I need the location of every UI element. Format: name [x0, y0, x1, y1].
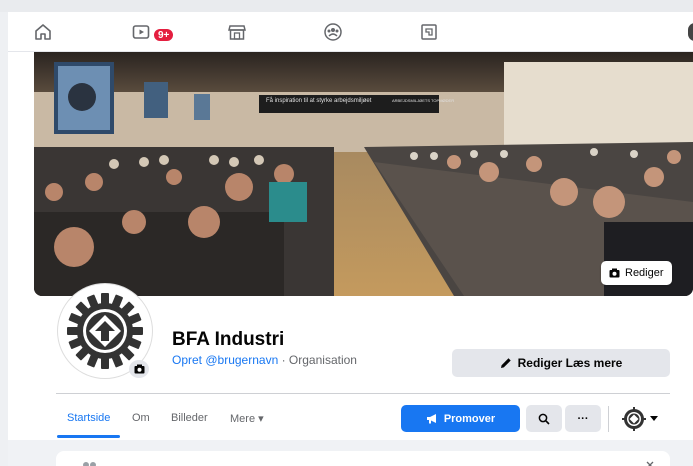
cover-banner-text-left: Få inspiration til at styrke arbejdsmilj… — [266, 97, 372, 104]
edit-read-more-button[interactable]: Rediger Læs mere — [452, 349, 670, 377]
page-title: BFA Industri — [172, 329, 285, 350]
edit-cover-button[interactable]: Rediger — [601, 261, 672, 285]
page-switcher-dropdown[interactable] — [622, 406, 666, 432]
edit-read-more-label: Rediger Læs mere — [517, 356, 623, 370]
edit-cover-label: Rediger — [625, 267, 664, 279]
megaphone-icon — [426, 414, 436, 424]
composer-card — [56, 451, 670, 466]
tab-billeder[interactable]: Billeder — [171, 412, 208, 424]
top-strip — [0, 0, 693, 12]
tab-om[interactable]: Om — [132, 412, 150, 424]
create-username-link[interactable]: Opret @brugernavn — [172, 353, 278, 367]
top-navigation-bar: 9+ — [8, 12, 693, 52]
page-subtitle: Opret @brugernavn · Organisation — [172, 353, 357, 367]
cover-banner-text-right: ARBEJDSMILJØETS TOPMØDER — [392, 98, 454, 103]
promote-label: Promover — [443, 412, 496, 425]
home-icon[interactable] — [31, 21, 55, 43]
cover-photo[interactable]: Få inspiration til at styrke arbejdsmilj… — [34, 52, 693, 296]
page-header-card: Få inspiration til at styrke arbejdsmilj… — [8, 52, 693, 440]
camera-icon — [134, 364, 144, 374]
pencil-icon — [500, 358, 511, 368]
header-divider — [56, 393, 670, 394]
tab-mere[interactable]: Mere ▾ — [230, 412, 264, 425]
notification-badge: 9+ — [153, 28, 175, 42]
active-tab-indicator — [57, 435, 120, 438]
groups-icon[interactable] — [321, 21, 345, 43]
search-icon — [538, 413, 550, 425]
bfa-logo-icon — [67, 293, 143, 369]
subtitle-separator: · — [278, 353, 289, 367]
chevron-down-icon — [650, 416, 658, 421]
marketplace-icon[interactable] — [225, 21, 249, 43]
page-category: Organisation — [288, 353, 357, 367]
account-avatar[interactable] — [688, 23, 693, 41]
more-dots-icon: ··· — [577, 412, 589, 425]
search-button[interactable] — [526, 405, 562, 432]
composer-icon — [83, 462, 96, 466]
tab-startside[interactable]: Startside — [67, 412, 110, 424]
camera-icon — [609, 268, 620, 278]
more-options-button[interactable]: ··· — [565, 405, 601, 432]
toolbar-separator — [608, 406, 609, 432]
promote-button[interactable]: Promover — [401, 405, 520, 432]
video-icon[interactable] — [129, 21, 153, 43]
close-icon[interactable] — [646, 461, 654, 466]
bfa-logo-small-icon — [622, 407, 646, 431]
edit-avatar-button[interactable] — [129, 360, 149, 378]
gaming-icon[interactable] — [417, 21, 441, 43]
